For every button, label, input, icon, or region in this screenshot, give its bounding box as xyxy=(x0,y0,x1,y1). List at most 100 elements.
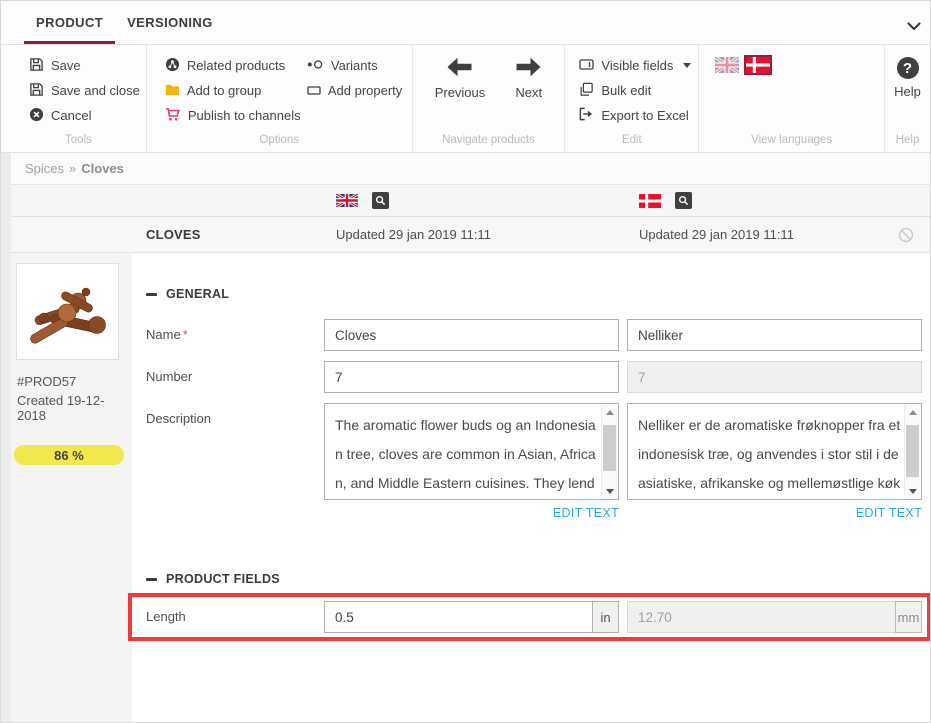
scroll-down-icon[interactable] xyxy=(602,484,617,498)
save-icon xyxy=(29,57,44,75)
name-label: Name* xyxy=(146,319,316,342)
length-input-da xyxy=(627,601,895,633)
section-product-fields-title: PRODUCT FIELDS xyxy=(166,572,280,586)
name-input-en[interactable] xyxy=(324,319,619,351)
product-image[interactable] xyxy=(16,263,119,360)
scroll-down-icon[interactable] xyxy=(905,484,920,498)
updated-timestamp-en: Updated 29 jan 2019 11:11 xyxy=(336,227,491,242)
variants-button[interactable]: Variants xyxy=(307,53,402,78)
related-products-icon xyxy=(165,57,180,75)
save-and-close-label: Save and close xyxy=(51,83,140,98)
content-area: #PROD57 Created 19-12-2018 86 % GENERAL … xyxy=(11,253,930,723)
variants-label: Variants xyxy=(331,58,378,73)
bulk-edit-label: Bulk edit xyxy=(601,83,651,98)
description-text-da[interactable]: Nelliker er de aromatiske frøknopper fra… xyxy=(629,405,903,498)
breadcrumb-parent-link[interactable]: Spices xyxy=(25,161,64,176)
breadcrumb-current: Cloves xyxy=(81,161,124,176)
length-unit-en: in xyxy=(592,601,619,633)
visible-fields-label: Visible fields xyxy=(601,58,673,73)
add-property-label: Add property xyxy=(328,83,402,98)
uk-flag-icon[interactable] xyxy=(336,194,358,207)
group-label-navigate: Navigate products xyxy=(413,134,565,146)
edit-text-row: EDIT TEXT EDIT TEXT xyxy=(146,506,922,520)
cancel-label: Cancel xyxy=(51,108,91,123)
tab-product[interactable]: PRODUCT xyxy=(24,1,115,44)
visible-fields-button[interactable]: Visible fields xyxy=(565,53,698,78)
edit-text-link-da[interactable]: EDIT TEXT xyxy=(627,506,922,520)
scroll-up-icon[interactable] xyxy=(602,405,617,419)
arrow-right-icon xyxy=(515,57,542,80)
description-textarea-en[interactable]: The aromatic flower buds og an Indonesia… xyxy=(324,403,619,500)
not-editable-icon xyxy=(898,227,914,246)
product-title: CLOVES xyxy=(146,227,201,242)
length-input-en[interactable] xyxy=(324,601,592,633)
danish-flag-icon[interactable] xyxy=(639,194,661,208)
help-button[interactable]: ? Help xyxy=(885,53,930,99)
product-editor-window: PRODUCT VERSIONING Save Save and close C… xyxy=(0,0,931,723)
field-row-description: Description The aromatic flower buds og … xyxy=(146,403,922,500)
field-row-length-wrapper: Length in mm xyxy=(146,593,922,641)
description-label: Description xyxy=(146,403,316,426)
ribbon-group-view-languages: View languages xyxy=(699,45,885,152)
bulk-edit-button[interactable]: Bulk edit xyxy=(565,78,698,103)
collapse-ribbon-chevron-icon[interactable] xyxy=(907,18,921,36)
cancel-button[interactable]: Cancel xyxy=(11,103,146,128)
search-icon xyxy=(678,195,689,206)
export-icon xyxy=(579,107,594,124)
save-and-close-button[interactable]: Save and close xyxy=(11,78,146,103)
length-unit-da: mm xyxy=(895,601,922,633)
search-language-en-button[interactable] xyxy=(372,192,389,209)
product-summary-sidebar: #PROD57 Created 19-12-2018 86 % xyxy=(11,253,132,723)
group-label-help: Help xyxy=(885,134,930,146)
name-input-da[interactable] xyxy=(627,319,922,351)
cancel-icon xyxy=(29,107,44,125)
add-property-button[interactable]: Add property xyxy=(307,78,402,103)
updated-timestamp-da: Updated 29 jan 2019 11:11 xyxy=(639,227,794,242)
next-product-button[interactable]: Next xyxy=(515,57,542,100)
scrollbar-da[interactable] xyxy=(904,405,920,498)
group-label-options: Options xyxy=(147,134,412,146)
search-language-da-button[interactable] xyxy=(675,192,692,209)
next-label: Next xyxy=(515,85,542,100)
product-form: GENERAL Name* Number Description The aro… xyxy=(132,253,931,723)
field-row-name: Name* xyxy=(146,319,922,351)
field-row-length: Length in mm xyxy=(146,601,922,633)
arrow-left-icon xyxy=(446,57,473,80)
save-icon xyxy=(29,82,44,100)
ribbon-group-options: Related products Add to group Publish to… xyxy=(147,45,413,152)
visible-fields-icon xyxy=(579,58,594,73)
folder-icon xyxy=(165,83,180,99)
related-products-label: Related products xyxy=(187,58,285,73)
collapse-section-icon[interactable] xyxy=(146,578,157,581)
add-to-group-button[interactable]: Add to group xyxy=(165,78,307,103)
publish-to-channels-button[interactable]: Publish to channels xyxy=(165,103,307,128)
breadcrumb: Spices » Cloves xyxy=(11,153,930,185)
collapse-section-icon[interactable] xyxy=(146,293,157,296)
publish-to-channels-label: Publish to channels xyxy=(188,108,301,123)
danish-flag-toggle[interactable] xyxy=(746,57,770,73)
save-button[interactable]: Save xyxy=(11,53,146,78)
number-input-da xyxy=(627,361,922,393)
bulk-edit-icon xyxy=(579,82,594,100)
ribbon-group-edit: Visible fields Bulk edit Export to Excel… xyxy=(565,45,699,152)
related-products-button[interactable]: Related products xyxy=(165,53,307,78)
tab-versioning[interactable]: VERSIONING xyxy=(115,1,225,44)
search-icon xyxy=(375,195,386,206)
ribbon-tab-bar: PRODUCT VERSIONING xyxy=(1,1,930,45)
product-header-row: CLOVES Updated 29 jan 2019 11:11 Updated… xyxy=(11,217,930,253)
scrollbar-thumb[interactable] xyxy=(906,425,919,477)
group-label-view-languages: View languages xyxy=(699,134,884,146)
scrollbar-en[interactable] xyxy=(601,405,617,498)
scroll-up-icon[interactable] xyxy=(905,405,920,419)
number-input-en[interactable] xyxy=(324,361,619,393)
uk-flag-toggle[interactable] xyxy=(715,57,739,73)
previous-product-button[interactable]: Previous xyxy=(435,57,486,100)
edit-text-link-en[interactable]: EDIT TEXT xyxy=(324,506,619,520)
description-textarea-da[interactable]: Nelliker er de aromatiske frøknopper fra… xyxy=(627,403,922,500)
ribbon-group-tools: Save Save and close Cancel Tools xyxy=(11,45,147,152)
scrollbar-thumb[interactable] xyxy=(603,425,616,471)
export-to-excel-button[interactable]: Export to Excel xyxy=(565,103,698,128)
description-text-en[interactable]: The aromatic flower buds og an Indonesia… xyxy=(326,405,600,498)
group-label-edit: Edit xyxy=(565,134,698,146)
language-columns-header xyxy=(11,185,930,217)
